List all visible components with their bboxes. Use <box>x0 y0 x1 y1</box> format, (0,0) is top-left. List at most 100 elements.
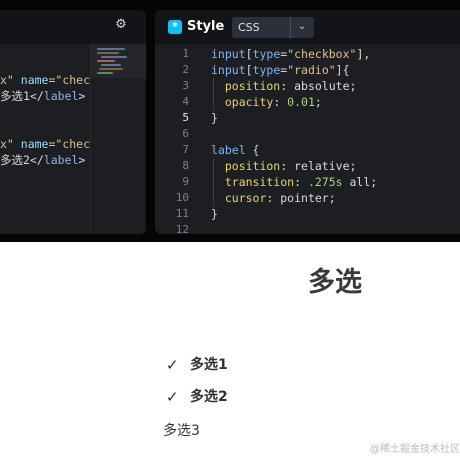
css-code-area[interactable]: input[type="checkbox"], input[type="radio… <box>211 44 460 234</box>
line-number: 1 <box>182 47 189 60</box>
code-token: label <box>43 89 79 103</box>
select-divider <box>290 17 291 38</box>
language-select-value: CSS <box>238 21 260 34</box>
code-token: "radio" <box>287 63 336 77</box>
editor-title: Style <box>187 19 225 34</box>
line-number: 6 <box>182 127 189 140</box>
line-number: 3 <box>182 79 189 92</box>
code-token: opacity <box>211 95 274 109</box>
code-token: position <box>211 79 281 93</box>
check-icon: ✓ <box>166 356 179 374</box>
code-token: type <box>252 47 281 61</box>
html-code-area[interactable]: x" name="check多选1</label>x" name="check多… <box>0 44 90 234</box>
html-code-line: x" name="check <box>0 136 90 152</box>
result-preview: 多选 ✓ 多选1 ✓ 多选2 多选3 @稀土掘金技术社区 <box>0 242 460 460</box>
code-token: transition <box>211 175 295 189</box>
line-number: 12 <box>175 223 189 234</box>
code-token: [ <box>245 47 253 61</box>
css-editor-header: * Style CSS ⌄ <box>155 10 460 44</box>
code-token: > <box>78 89 86 103</box>
code-token: relative <box>294 159 350 173</box>
css-code-line: } <box>211 110 218 126</box>
code-token: } <box>211 111 218 125</box>
line-number: 11 <box>175 207 189 220</box>
line-number: 5 <box>182 111 189 124</box>
editor-area: ⚙ x" name="check多选1</label>x" name="chec… <box>0 0 460 242</box>
code-token: </ <box>29 89 44 103</box>
code-token: } <box>211 207 218 221</box>
code-token: ; <box>349 79 357 93</box>
line-number: 9 <box>182 175 189 188</box>
code-token: 0.01 <box>287 95 315 109</box>
code-token: x" <box>0 73 21 87</box>
code-token: ="check <box>48 73 90 87</box>
watermark: @稀土掘金技术社区 <box>370 444 460 455</box>
code-token: ="check <box>48 137 90 151</box>
code-token: "checkbox" <box>287 47 357 61</box>
code-token: label <box>43 153 79 167</box>
line-number: 10 <box>175 191 189 204</box>
css-code-line: label { <box>211 142 259 158</box>
code-token: cursor <box>211 191 267 205</box>
html-code-line: 多选2</label> <box>0 152 85 168</box>
code-token: x" <box>0 137 21 151</box>
code-token: : <box>280 79 295 93</box>
line-number: 2 <box>182 63 189 76</box>
checkbox-label[interactable]: 多选1 <box>190 357 228 374</box>
line-number: 4 <box>182 95 189 108</box>
line-number: 8 <box>182 159 189 172</box>
line-number-gutter: 1 2 3 4 5 6 7 8 9 10 11 12 <box>155 44 193 234</box>
css-code-line: position: relative; <box>211 158 357 174</box>
code-token: position <box>211 159 281 173</box>
code-token: : <box>266 191 281 205</box>
css-editor-pane: * Style CSS ⌄ 1 2 3 4 5 6 7 8 9 10 11 12 input[type… <box>155 10 460 234</box>
code-token: 多选1 <box>0 89 30 103</box>
indent-guide <box>213 78 214 110</box>
css-code-line: opacity: 0.01; <box>211 94 322 110</box>
code-token: : <box>273 95 288 109</box>
gear-icon[interactable]: ⚙ <box>114 18 128 32</box>
code-token: : <box>280 159 295 173</box>
codepen-page: ⚙ x" name="check多选1</label>x" name="chec… <box>0 0 460 460</box>
html-editor-header: ⚙ <box>0 10 146 44</box>
code-token: absolute <box>294 79 350 93</box>
html-code-line: 多选1</label> <box>0 88 85 104</box>
code-token: .275s <box>307 175 343 189</box>
checkbox-label[interactable]: 多选2 <box>190 389 228 406</box>
css-code-line: input[type="radio"]{ <box>211 62 350 78</box>
chevron-down-icon: ⌄ <box>297 21 307 32</box>
code-token: ; <box>314 95 322 109</box>
code-token: { <box>245 143 260 157</box>
code-token: [ <box>245 63 253 77</box>
code-token: ; <box>370 175 378 189</box>
code-token: : <box>294 175 308 189</box>
code-token: name <box>20 137 49 151</box>
css-code-line: transition: .275s all; <box>211 174 377 190</box>
css-code-line: input[type="checkbox"], <box>211 46 370 62</box>
css-code-line: } <box>211 206 218 222</box>
line-number: 7 <box>182 143 189 156</box>
code-token: ; <box>328 191 336 205</box>
code-token: ; <box>349 159 357 173</box>
code-token: label <box>211 143 246 157</box>
css-code-line: cursor: pointer; <box>211 190 336 206</box>
code-token: input <box>211 63 246 77</box>
html-code-line: x" name="check <box>0 72 90 88</box>
minimap-viewport[interactable] <box>91 44 146 78</box>
language-select[interactable]: CSS ⌄ <box>232 17 314 38</box>
code-token: type <box>252 63 281 77</box>
code-token: all <box>342 175 371 189</box>
html-editor-pane: ⚙ x" name="check多选1</label>x" name="chec… <box>0 10 146 234</box>
checkbox-label[interactable]: 多选3 <box>163 423 200 440</box>
code-token: input <box>211 47 246 61</box>
code-token: </ <box>29 153 44 167</box>
css-code-line: position: absolute; <box>211 78 357 94</box>
asterisk-icon: * <box>172 20 178 33</box>
code-token: name <box>20 73 49 87</box>
check-icon: ✓ <box>166 388 179 406</box>
indent-guide <box>213 158 214 206</box>
minimap[interactable] <box>90 44 146 234</box>
code-token: ]{ <box>335 63 350 77</box>
code-token: pointer <box>280 191 329 205</box>
code-token: > <box>78 153 86 167</box>
